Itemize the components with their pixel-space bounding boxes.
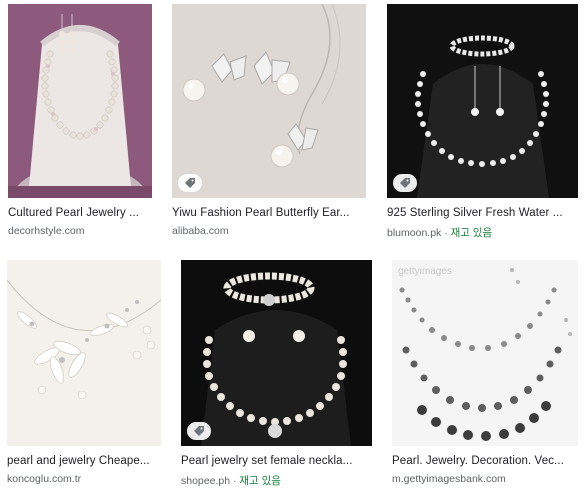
result-source-line: alibaba.com xyxy=(172,225,366,237)
result-source-line: m.gettyimagesbank.com xyxy=(392,473,578,485)
result-card-3[interactable]: 925 Sterling Silver Fresh Water ... blum… xyxy=(387,4,578,240)
result-card-1[interactable]: Cultured Pearl Jewelry ... decorhstyle.c… xyxy=(8,4,152,237)
result-source: blumoon.pk xyxy=(387,227,442,239)
result-title[interactable]: Yiwu Fashion Pearl Butterfly Ear... xyxy=(172,207,366,219)
result-image-3[interactable] xyxy=(387,4,578,198)
result-source: m.gettyimagesbank.com xyxy=(392,473,506,485)
tag-badge xyxy=(187,422,211,440)
result-source: shopee.ph xyxy=(181,475,231,487)
tag-icon xyxy=(400,178,410,188)
result-title[interactable]: Pearl jewelry set female neckla... xyxy=(181,455,372,467)
result-source-line: blumoon.pk · 재고 있음 xyxy=(387,225,578,240)
result-source-line: shopee.ph · 재고 있음 xyxy=(181,473,372,488)
tag-badge xyxy=(393,174,417,192)
in-stock-label: 재고 있음 xyxy=(450,227,493,239)
result-source-line: decorhstyle.com xyxy=(8,225,152,237)
result-source: alibaba.com xyxy=(172,225,229,237)
result-image-4[interactable] xyxy=(7,260,161,446)
result-title[interactable]: pearl and jewelry Cheape... xyxy=(7,455,161,467)
result-image-5[interactable] xyxy=(181,260,372,446)
result-source-line: koncoglu.com.tr xyxy=(7,473,161,485)
result-image-2[interactable] xyxy=(172,4,366,198)
result-source: koncoglu.com.tr xyxy=(7,473,82,485)
result-card-5[interactable]: Pearl jewelry set female neckla... shope… xyxy=(181,260,372,488)
tag-icon xyxy=(194,426,204,436)
result-source: decorhstyle.com xyxy=(8,225,85,237)
result-title[interactable]: 925 Sterling Silver Fresh Water ... xyxy=(387,207,578,219)
result-title[interactable]: Cultured Pearl Jewelry ... xyxy=(8,207,152,219)
result-card-6[interactable]: gettyimages Pearl. Jewelry. Decoration. … xyxy=(392,260,578,485)
result-card-4[interactable]: pearl and jewelry Cheape... koncoglu.com… xyxy=(7,260,161,485)
meta-separator: · xyxy=(230,475,240,487)
tag-icon xyxy=(185,178,195,188)
watermark-text: gettyimages xyxy=(398,266,452,277)
result-image-1[interactable] xyxy=(8,4,152,198)
result-title[interactable]: Pearl. Jewelry. Decoration. Vec... xyxy=(392,455,578,467)
result-card-2[interactable]: Yiwu Fashion Pearl Butterfly Ear... alib… xyxy=(172,4,366,237)
result-image-6[interactable]: gettyimages xyxy=(392,260,578,446)
in-stock-label: 재고 있음 xyxy=(239,475,281,487)
meta-separator: · xyxy=(441,227,451,239)
tag-badge xyxy=(178,174,202,192)
